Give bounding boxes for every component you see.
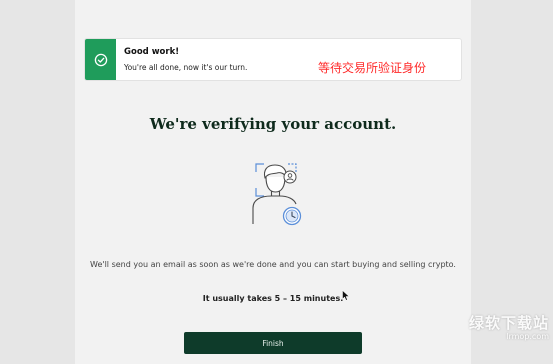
finish-button[interactable]: Finish xyxy=(184,332,362,354)
toast-accent-strip xyxy=(85,39,116,80)
email-notice-text: We'll send you an email as soon as we're… xyxy=(90,260,456,269)
mouse-cursor-icon xyxy=(342,290,350,301)
eta-text: It usually takes 5 – 15 minutes. xyxy=(202,294,344,303)
watermark-text: 绿软下载站 xyxy=(468,314,549,332)
toast-title: Good work! xyxy=(124,47,180,57)
annotation-text: 等待交易所验证身份 xyxy=(318,61,427,75)
watermark-url: lrmop.com xyxy=(506,332,549,341)
face-verification-icon xyxy=(248,158,308,228)
check-circle-icon xyxy=(94,53,107,66)
watermark: 绿软下载站 lrmop.com xyxy=(469,312,549,341)
page-title: We're verifying your account. xyxy=(149,115,397,133)
toast-message: You're all done, now it's our turn. xyxy=(124,63,248,72)
